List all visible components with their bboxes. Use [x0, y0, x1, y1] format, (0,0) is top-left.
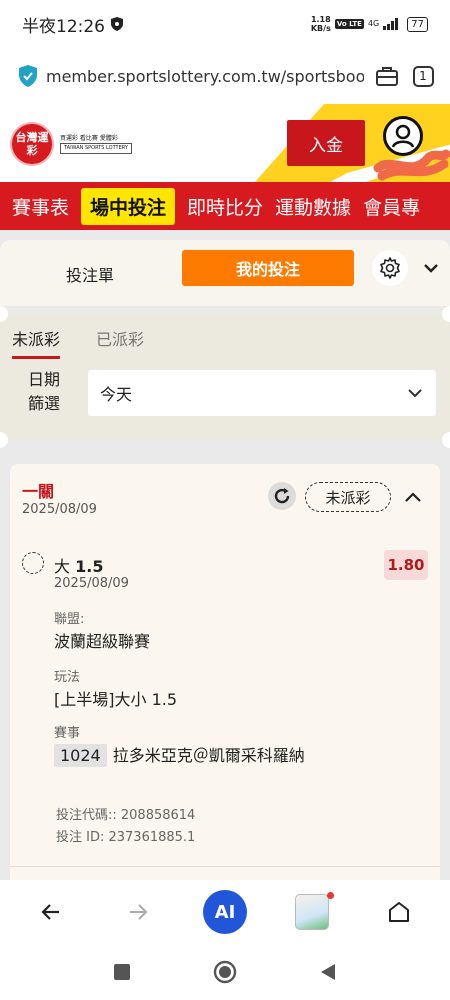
network-speed: 1.18 KB/s [310, 15, 331, 33]
briefcase-icon [376, 67, 398, 86]
date-filter-value: 今天 [100, 385, 133, 404]
selection-name: 大 1.5 [54, 557, 104, 576]
recents-icon[interactable] [113, 963, 131, 981]
home-button[interactable] [377, 890, 421, 934]
gear-icon [380, 257, 400, 279]
volte-badge: Vo LTE [334, 19, 364, 29]
back-triangle-icon[interactable] [319, 963, 337, 981]
settings-button[interactable] [372, 250, 408, 286]
toolbox-button[interactable] [374, 63, 400, 89]
chevron-up-icon[interactable] [402, 486, 424, 508]
url-text[interactable]: member.sportslottery.com.tw/sportsbook/i [46, 67, 364, 86]
tab-unsettled[interactable]: 未派彩 [12, 326, 61, 359]
status-bar: 半夜12:26 1.18 KB/s Vo LTE 4G 77 [0, 0, 450, 48]
app-thumbnail-icon [294, 892, 334, 930]
selection-date: 2025/08/09 [54, 576, 129, 591]
refresh-button[interactable] [268, 482, 296, 510]
tab-count: 1 [412, 65, 434, 87]
logo-tagline: 買運彩 看比賽 愛體彩 TAIWAN SPORTS LOTTERY [60, 134, 132, 154]
nav-item-sports-data[interactable]: 運動數據 [275, 193, 351, 220]
signal-icon [383, 18, 399, 30]
league-label: 聯盟: [54, 612, 85, 627]
bet-card: 一關 2025/08/09 未派彩 大 1.5 1.80 2025/08/09 … [10, 464, 440, 880]
back-button[interactable] [29, 890, 73, 934]
match-name: 拉多米亞克＠凱爾采科羅納 [112, 746, 305, 765]
panel-notch [442, 306, 450, 322]
arrow-right-icon [130, 904, 148, 920]
site-logo[interactable]: 台灣運彩 [10, 122, 54, 166]
selection-radio[interactable] [22, 552, 44, 574]
event-label: 賽事 [54, 726, 81, 741]
home-icon [388, 902, 409, 922]
status-indicators: 1.18 KB/s Vo LTE 4G 77 [311, 15, 428, 33]
browser-bottom-bar: AI [0, 880, 450, 944]
shield-icon [111, 17, 123, 31]
arrow-left-icon [41, 904, 60, 920]
refresh-icon [274, 488, 290, 504]
nav-item-member[interactable]: 會員專 [363, 193, 420, 220]
bet-tabs: 投注單 我的投注 [0, 240, 450, 306]
battery-icon: 77 [407, 16, 428, 32]
panel-notch [442, 432, 450, 448]
sportsbook-panel: 投注單 我的投注 未派彩 已派彩 日期篩選 今天 一關 2025/08/09 未… [0, 230, 450, 880]
nav-item-live-scores[interactable]: 即時比分 [187, 193, 263, 220]
match-id: 1024 [54, 744, 107, 767]
filter-panel: 未派彩 已派彩 日期篩選 今天 [0, 306, 450, 448]
bet-type: 一關 [22, 482, 55, 501]
tabs-button[interactable]: 1 [410, 63, 436, 89]
panel-notch [0, 306, 8, 322]
redaction-scribble [373, 149, 450, 181]
panel-notch [0, 432, 8, 448]
bet-date: 2025/08/09 [22, 502, 97, 517]
tab-settled[interactable]: 已派彩 [96, 326, 144, 350]
date-filter-select[interactable]: 今天 [88, 370, 436, 416]
main-nav: 賽事表 場中投注 即時比分 運動數據 會員專 [0, 182, 450, 230]
app-shortcut-button[interactable] [290, 890, 334, 934]
tab-bet-slip[interactable]: 投注單 [66, 262, 114, 286]
site-security-icon[interactable] [18, 65, 38, 87]
site-header: 台灣運彩 買運彩 看比賽 愛體彩 TAIWAN SPORTS LOTTERY 入… [0, 104, 450, 182]
deposit-button[interactable]: 入金 [287, 120, 365, 166]
home-circle-icon[interactable] [213, 960, 237, 984]
event-value: 1024 拉多米亞克＠凱爾采科羅納 [54, 742, 305, 767]
bet-code: 投注代碼:: 208858614 [56, 808, 196, 823]
chevron-down-icon[interactable] [421, 258, 441, 278]
divider [10, 866, 440, 867]
network-type: 4G [367, 19, 380, 28]
date-filter-label: 日期篩選 [27, 370, 60, 413]
ai-assistant-button[interactable]: AI [202, 890, 247, 934]
notification-dot [326, 892, 334, 899]
market-value: [上半場]大小 1.5 [54, 690, 178, 709]
chevron-down-icon [408, 389, 422, 398]
odds-badge: 1.80 [384, 550, 428, 580]
nav-item-live-betting[interactable]: 場中投注 [81, 187, 176, 225]
league-value: 波蘭超級聯賽 [54, 632, 151, 651]
android-nav-bar [0, 944, 450, 1000]
browser-url-bar: member.sportslottery.com.tw/sportsbook/i… [0, 48, 450, 104]
tab-my-bets[interactable]: 我的投注 [182, 250, 354, 286]
status-badge: 未派彩 [305, 482, 391, 512]
status-time: 半夜12:26 [22, 16, 105, 37]
market-label: 玩法 [54, 670, 81, 685]
forward-button[interactable] [116, 890, 160, 934]
nav-item-schedule[interactable]: 賽事表 [12, 193, 69, 220]
bet-id: 投注 ID: 237361885.1 [56, 830, 196, 845]
